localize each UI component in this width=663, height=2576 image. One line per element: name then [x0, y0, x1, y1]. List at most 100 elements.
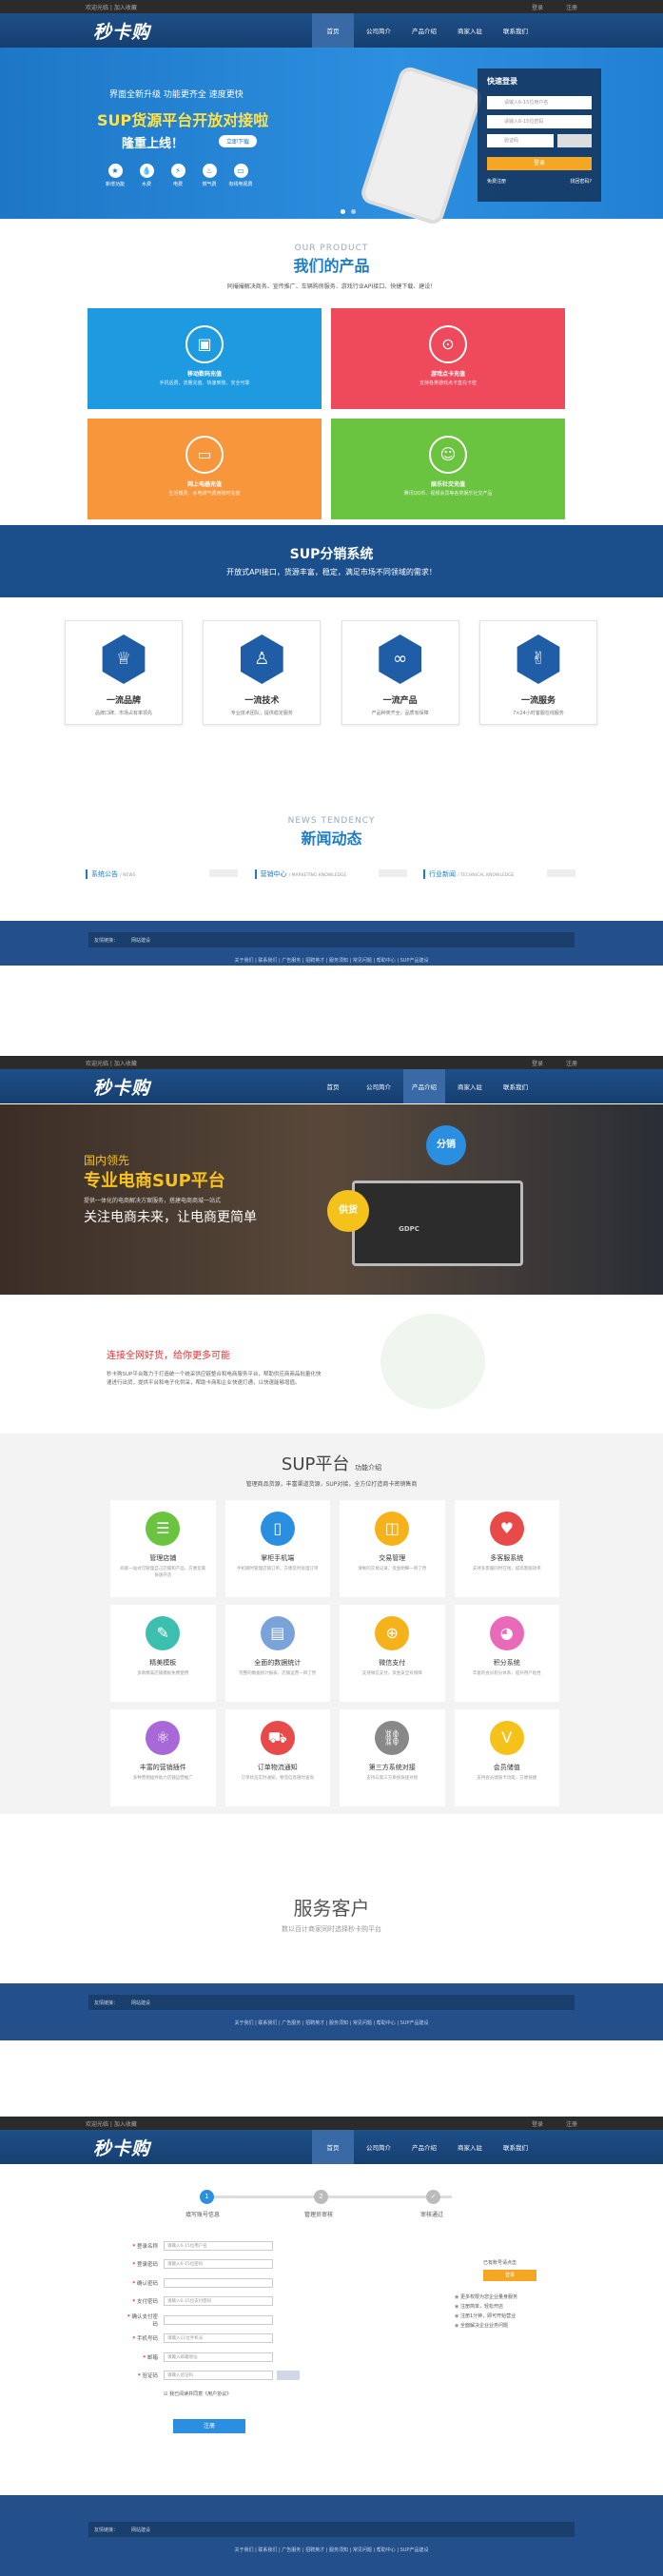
nav-contact[interactable]: 联系我们	[495, 2130, 536, 2164]
footer-links[interactable]: 关于我们 | 联系我们 | 广告服务 | 招聘英才 | 服务须知 | 常见问题 …	[0, 2547, 663, 2553]
download-button[interactable]: 立即下载	[219, 135, 258, 147]
platform-feature-card[interactable]: ⊕ 微信支付 支持微信支付，资金安全有保障	[340, 1605, 445, 1702]
step-1-indicator: 1	[200, 2190, 214, 2204]
friend-link[interactable]: 网站建设	[131, 937, 150, 944]
password-input[interactable]: 请输入6-15位密码	[487, 115, 592, 128]
captcha-input[interactable]: 验证码	[487, 134, 554, 147]
forgot-password-link[interactable]: 找回密码?	[570, 178, 592, 185]
step-3-label: 审核通过	[420, 2212, 444, 2218]
product-card[interactable]: ▣ 移动数码充值 手机话费、流量充值、快速到账、安全可靠	[88, 308, 322, 409]
nav-products[interactable]: 产品介绍	[403, 2130, 445, 2164]
platform-feature-desc: 支持会员储值卡功能，方便快捷	[477, 1776, 537, 1781]
logo[interactable]: 秒卡购	[93, 2135, 312, 2160]
login-title: 快速登录	[487, 77, 517, 86]
friend-links-bar: 友情链接： 网站建设	[88, 2522, 575, 2537]
carousel-dots[interactable]	[338, 209, 359, 214]
login-link[interactable]: 登录	[532, 5, 543, 11]
news-col-industry[interactable]: 行业新闻 / TECHNICAL KNOWLEDGE	[423, 869, 575, 879]
side-login-button[interactable]: 登录	[483, 2270, 536, 2281]
form-input[interactable]	[164, 2277, 273, 2288]
product-card[interactable]: ▭ 网上电器充值 生活缴费、水电燃气费用随时充值	[88, 419, 322, 519]
nav-contact[interactable]: 联系我们	[495, 13, 536, 48]
feature-cards: ♕ 一流品牌 品牌口碑、市场占有率领先 ♙ 一流技术 专业技术团队，提供稳定服务 ∞…	[65, 620, 597, 725]
product-card[interactable]: ⊙ 游戏点卡充值 支持各类游戏点卡直充卡密	[331, 308, 565, 409]
platform-feature-card[interactable]: V 会员储值 支持会员储值卡功能，方便快捷	[454, 1709, 559, 1806]
platform-feature-card[interactable]: ✎ 精美模板 多款精美店铺模板免费使用	[110, 1605, 216, 1702]
nav-contact[interactable]: 联系我们	[495, 1069, 536, 1103]
topbar-left[interactable]: 欢迎光临 | 加入收藏	[86, 1059, 137, 1067]
topbar-left[interactable]: 欢迎光临 | 加入收藏	[86, 2119, 137, 2128]
form-input[interactable]: 请输入11位手机号	[164, 2333, 273, 2344]
nav-about[interactable]: 公司简介	[358, 2130, 400, 2164]
platform-feature-desc: 支持多客服同时在线，提高客服效率	[472, 1567, 541, 1571]
register-steps: 1 2 ✓ 填写账号信息 管理员审核 审核通过	[171, 2187, 495, 2218]
news-col-marketing[interactable]: 营销中心 / MARKETING KNOWLEDGE	[254, 869, 407, 879]
form-input[interactable]: 请输入邮箱地址	[164, 2352, 273, 2362]
nav-merchant[interactable]: 商家入驻	[449, 2130, 491, 2164]
nav-products[interactable]: 产品介绍	[403, 13, 445, 48]
nav-products[interactable]: 产品介绍	[403, 1069, 445, 1103]
platform-feature-desc: 支持与第三方系统快速对接	[366, 1776, 419, 1781]
product-card[interactable]: ☺ 娱乐社交充值 腾讯QQ币、视频会员等各类娱乐社交产品	[331, 419, 565, 519]
platform-feature-card[interactable]: ◫ 交易管理 清晰的交易记录，资金明细一目了然	[340, 1500, 445, 1597]
login-link[interactable]: 登录	[532, 1061, 543, 1067]
platform-feature-card[interactable]: ♥ 多客服系统 支持多客服同时在线，提高客服效率	[454, 1500, 559, 1597]
captcha-image[interactable]	[277, 2371, 300, 2381]
topbar-left[interactable]: 欢迎光临 | 加入收藏	[86, 3, 137, 11]
sup-title: SUP分销系统	[289, 547, 374, 562]
logo[interactable]: 秒卡购	[93, 18, 312, 44]
platform-feature-card[interactable]: ⚛ 丰富的营销插件 多种营销插件助力店铺运营推广	[110, 1709, 216, 1806]
feature-card[interactable]: ♕ 一流品牌 品牌口碑、市场占有率领先	[65, 620, 183, 725]
product-grid: ▣ 移动数码充值 手机话费、流量充值、快速到账、安全可靠 ⊙ 游戏点卡充值 支持各…	[88, 308, 565, 519]
register-button[interactable]: 注册	[173, 2419, 245, 2433]
platform-feature-card[interactable]: ▤ 全面的数据统计 完整的数据统计报表，店铺运营一目了然	[224, 1605, 330, 1702]
nav-merchant[interactable]: 商家入驻	[449, 1069, 491, 1103]
platform-feature-card[interactable]: ⛟ 订单物流通知 订单状态实时通知，物流信息随时查询	[224, 1709, 330, 1806]
footer-links[interactable]: 关于我们 | 联系我们 | 广告服务 | 招聘英才 | 服务须知 | 常见问题 …	[0, 2020, 663, 2026]
agree-checkbox[interactable]: ☑ 我已阅读并同意《用户协议》	[164, 2391, 231, 2397]
form-input[interactable]: 请输入6-15位密码	[164, 2259, 273, 2270]
form-input[interactable]: 请输入6-15位支付密码	[164, 2296, 273, 2307]
login-button[interactable]: 登录	[487, 157, 592, 170]
free-register-link[interactable]: 免费注册	[487, 178, 506, 185]
form-row: * 确认密码	[124, 2274, 323, 2293]
platform-feature-card[interactable]: ☰ 管理店铺 商家一站式可管理自己店铺和产品，方便卖家快速开店	[110, 1500, 216, 1597]
form-input[interactable]: 请输入6-15位用户名	[164, 2240, 273, 2251]
platform-feature-desc: 清晰的交易记录，资金明细一目了然	[358, 1567, 427, 1571]
footer-links[interactable]: 关于我们 | 联系我们 | 广告服务 | 招聘英才 | 服务须知 | 常见问题 …	[0, 957, 663, 964]
friend-link[interactable]: 网站建设	[131, 2527, 150, 2533]
banner-slogan: 关注电商未来，让电商更简单	[84, 1210, 257, 1225]
nav-home[interactable]: 首页	[312, 2130, 354, 2164]
feature-card[interactable]: ∞ 一流产品 产品种类齐全，品质有保障	[341, 620, 459, 725]
platform-feature-card[interactable]: ◕ 积分系统 丰富的会员积分体系，提升用户粘性	[454, 1605, 559, 1702]
nav-home[interactable]: 首页	[312, 1069, 354, 1103]
platform-subtitle: 管理商品货源，丰富渠道货源，SUP对接，全方位打造商卡密销售商	[245, 1481, 418, 1488]
login-link[interactable]: 登录	[532, 2121, 543, 2128]
form-input[interactable]	[164, 2314, 273, 2325]
feature-card[interactable]: ♙ 一流技术 专业技术团队，提供稳定服务	[203, 620, 322, 725]
form-input[interactable]: 请输入验证码	[164, 2371, 273, 2381]
form-row: * 登录名称 请输入6-15位用户名	[124, 2236, 323, 2255]
form-row: * 登录密码 请输入6-15位密码	[124, 2255, 323, 2274]
register-link[interactable]: 注册	[566, 2121, 577, 2128]
product-desc: 腾讯QQ币、视频会员等各类娱乐社交产品	[403, 491, 493, 497]
username-input[interactable]: 请输入6-15位用户名	[487, 96, 592, 109]
register-link[interactable]: 注册	[566, 5, 577, 11]
platform-feature-card[interactable]: ⛓ 第三方系统对接 支持与第三方系统快速对接	[340, 1709, 445, 1806]
feature-card[interactable]: ✌ 一流服务 7×24小时客服在线服务	[478, 620, 597, 725]
logo[interactable]: 秒卡购	[93, 1074, 312, 1100]
platform-feature-icon: ◫	[375, 1512, 410, 1546]
feature-title: 一流产品	[382, 696, 418, 706]
captcha-image[interactable]	[557, 134, 592, 147]
nav-home[interactable]: 首页	[312, 13, 354, 48]
platform-feature-card[interactable]: ▯ 掌柜手机端 手机随时管理店铺订单，方便及时处理订单	[224, 1500, 330, 1597]
friend-link[interactable]: 网站建设	[131, 2000, 150, 2006]
news-col-announcements[interactable]: 系统公告 / NEWS	[86, 869, 238, 879]
step-3-check-icon: ✓	[426, 2190, 440, 2204]
platform-feature-icon: ☰	[146, 1512, 181, 1546]
nav-about[interactable]: 公司简介	[358, 13, 400, 48]
nav-about[interactable]: 公司简介	[358, 1069, 400, 1103]
nav-merchant[interactable]: 商家入驻	[449, 13, 491, 48]
phone-illustration	[359, 64, 484, 227]
register-link[interactable]: 注册	[566, 1061, 577, 1067]
